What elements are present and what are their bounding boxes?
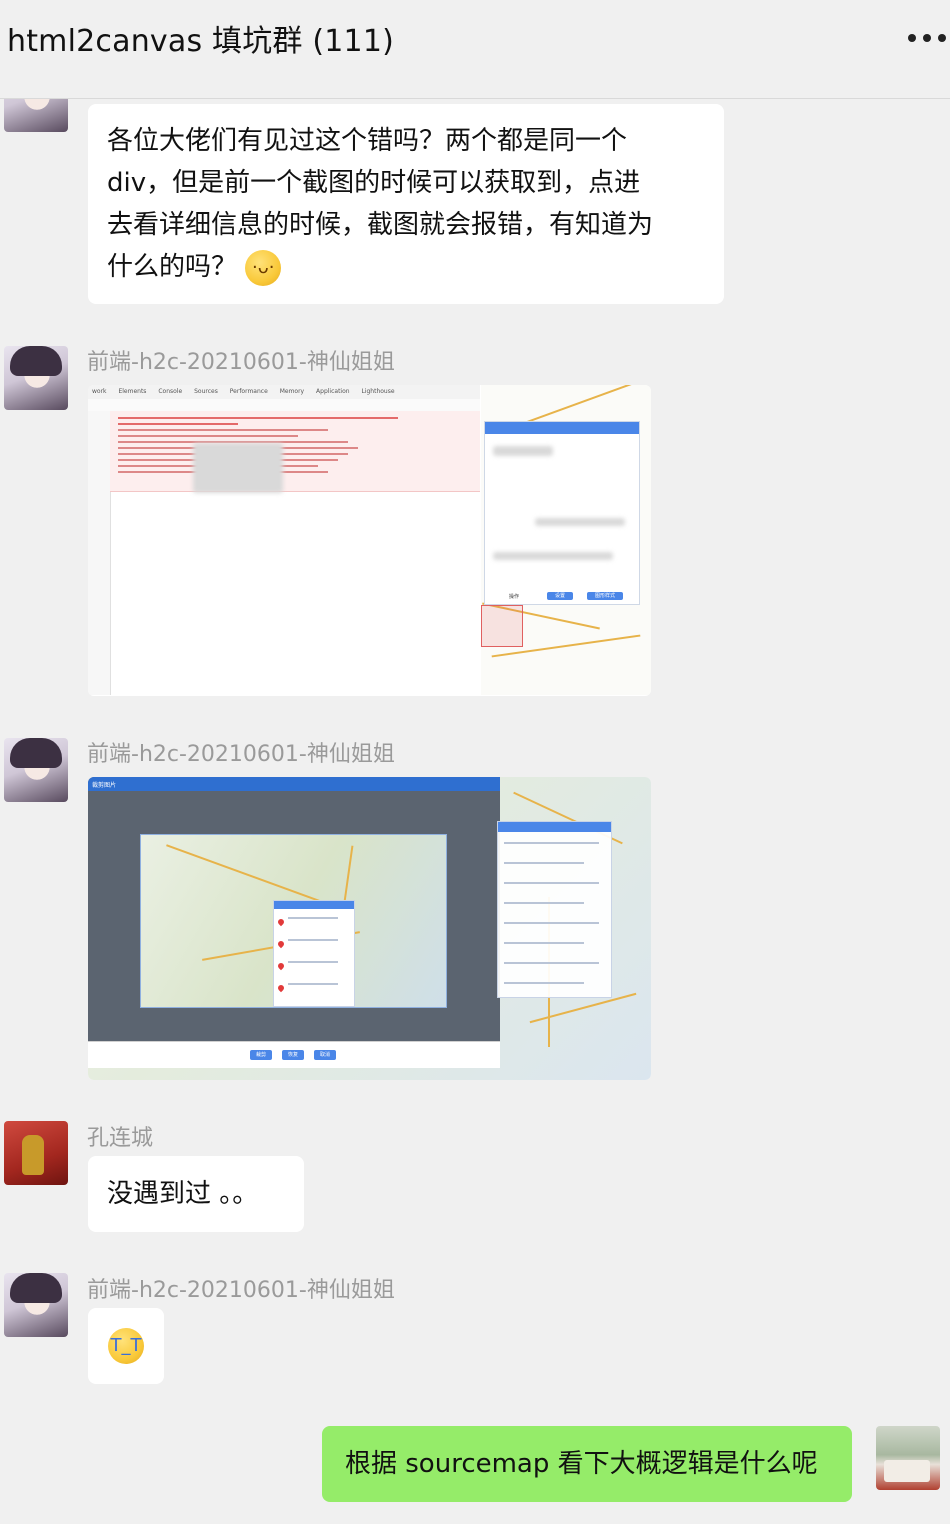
detail-panel: 操作 设置 图形样式: [484, 421, 640, 605]
message-line: 什么的吗？: [107, 252, 238, 282]
more-dots-icon[interactable]: [908, 30, 946, 46]
chat-title: html2canvas 填坑群 (111): [7, 24, 395, 59]
crop-area: [140, 834, 447, 1008]
map-side-panel: [497, 821, 612, 998]
devtools-tab: Elements: [118, 388, 147, 395]
devtools-tab: Performance: [229, 388, 268, 395]
devtools-sidebar: [88, 411, 111, 695]
chat-header: html2canvas 填坑群 (111): [0, 0, 950, 99]
devtools-tab: work: [92, 388, 107, 395]
sender-name: 前端-h2c-20210601-神仙姐姐: [87, 1278, 395, 1303]
message-bubble-outgoing[interactable]: 根据 sourcemap 看下大概逻辑是什么呢: [322, 1426, 852, 1502]
crop-button: 裁剪: [255, 1052, 266, 1058]
panel-label: 操作: [509, 594, 520, 600]
restore-button: 恢复: [287, 1052, 298, 1058]
image-message[interactable]: work Elements Console Sources Performanc…: [88, 385, 651, 696]
message-bubble[interactable]: T_T: [88, 1308, 164, 1384]
sender-name: 前端-h2c-20210601-神仙姐姐: [87, 350, 395, 375]
devtools-tab: Lighthouse: [361, 388, 395, 395]
devtools-tab: Application: [316, 388, 350, 395]
message-line: 去看详细信息的时候，截图就会报错，有知道为: [107, 210, 654, 240]
crop-dialog-title: 裁剪图片: [92, 782, 117, 789]
devtools-tab: Console: [158, 388, 183, 395]
devtools-tabs: work Elements Console Sources Performanc…: [88, 385, 480, 400]
style-button: 图形样式: [587, 592, 623, 600]
avatar[interactable]: [4, 738, 68, 802]
map-popup: [273, 900, 355, 1007]
sender-name: 孔连城: [87, 1126, 154, 1151]
devtools-tab: Sources: [194, 388, 218, 395]
crop-dialog-titlebar: 裁剪图片: [88, 777, 500, 791]
cancel-button: 取消: [319, 1052, 330, 1058]
image-message[interactable]: 裁剪图片 裁剪 恢复 取消: [88, 777, 651, 1080]
console-error-block: [110, 411, 480, 492]
crying-face-emoji: T_T: [108, 1328, 144, 1364]
avatar[interactable]: [4, 346, 68, 410]
message-bubble[interactable]: 各位大佬们有见过这个错吗？两个都是同一个 div，但是前一个截图的时候可以获取到…: [88, 104, 724, 304]
devtools-tab: Memory: [279, 388, 305, 395]
pleading-face-emoji: ·ᴗ·: [245, 249, 282, 286]
settings-button: 设置: [547, 592, 573, 600]
message-line: div，但是前一个截图的时候可以获取到，点进: [107, 168, 641, 198]
crop-dialog: 裁剪图片 裁剪 恢复 取消: [88, 777, 500, 1068]
blur-redaction: [193, 443, 283, 493]
avatar[interactable]: [4, 1273, 68, 1337]
message-line: 各位大佬们有见过这个错吗？两个都是同一个: [107, 126, 628, 156]
message-bubble[interactable]: 没遇到过 。。: [88, 1156, 304, 1232]
crop-dialog-footer: 裁剪 恢复 取消: [88, 1041, 500, 1068]
avatar[interactable]: [4, 1121, 68, 1185]
avatar-self[interactable]: [876, 1426, 940, 1490]
message-line: 没遇到过 。。: [107, 1179, 259, 1209]
sender-name: 前端-h2c-20210601-神仙姐姐: [87, 742, 395, 767]
message-line: 根据 sourcemap 看下大概逻辑是什么呢: [345, 1449, 818, 1479]
